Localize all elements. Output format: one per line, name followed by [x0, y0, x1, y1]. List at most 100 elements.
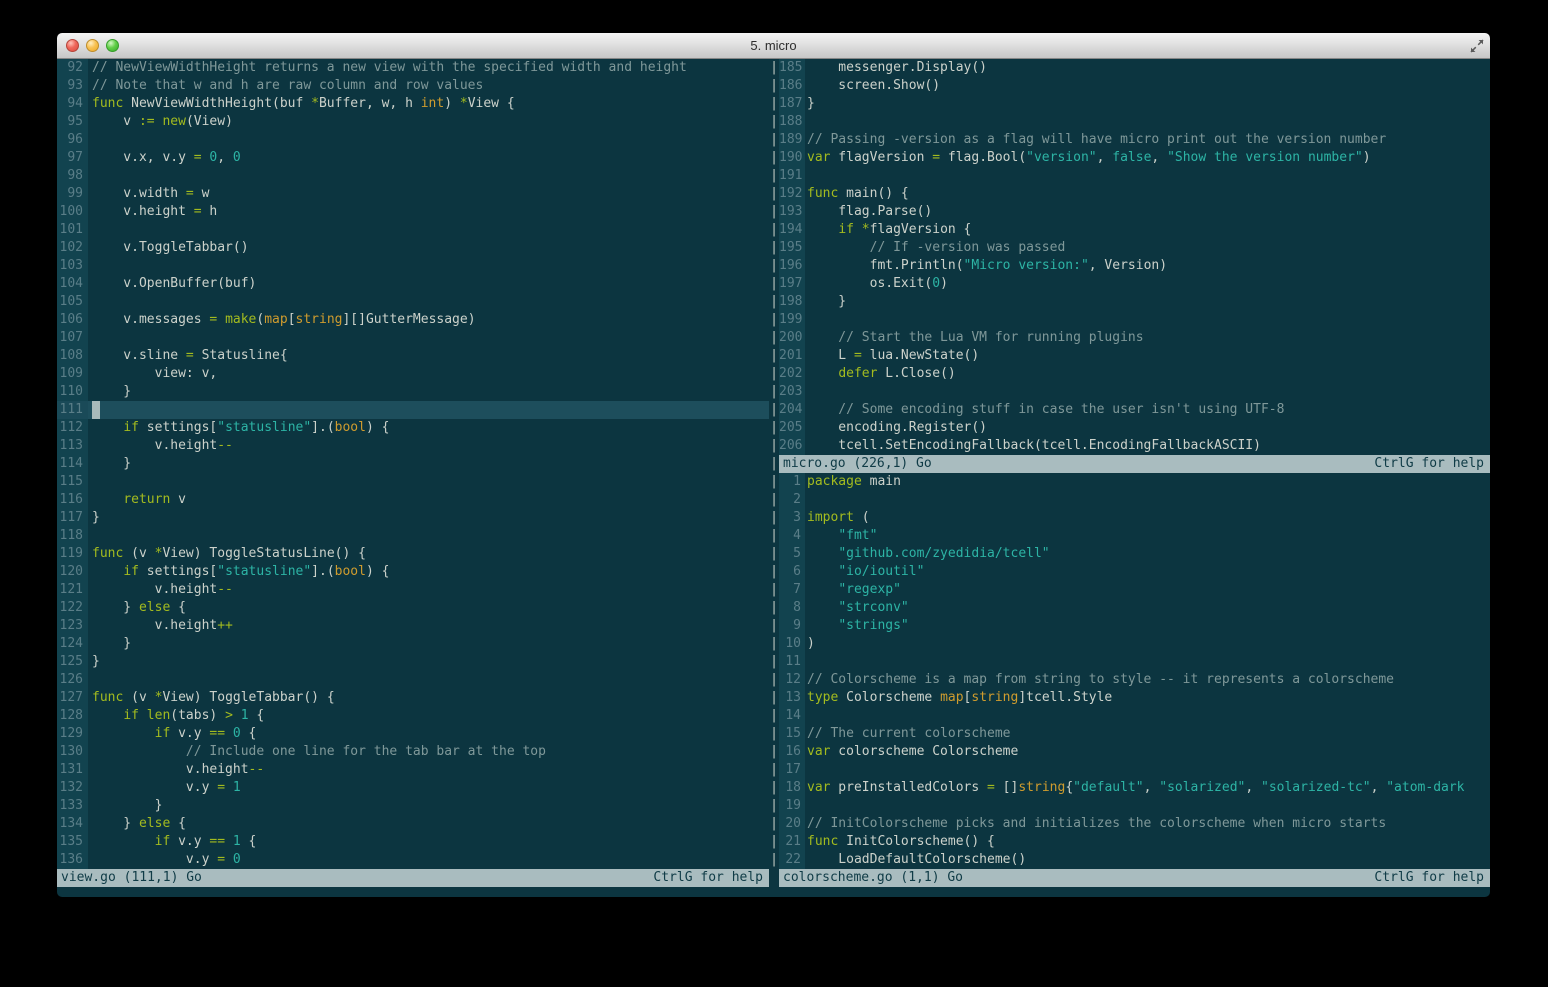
code-row[interactable]: 128 if len(tabs) > 1 {	[57, 707, 769, 725]
code-line[interactable]: v.height++	[88, 617, 769, 635]
code-line[interactable]: v.height--	[88, 581, 769, 599]
code-line[interactable]: // InitColorscheme picks and initializes…	[805, 815, 1490, 833]
code-row[interactable]: 127 func (v *View) ToggleTabbar() {	[57, 689, 769, 707]
code-row[interactable]: 203	[779, 383, 1490, 401]
code-line[interactable]: // Start the Lua VM for running plugins	[805, 329, 1490, 347]
code-line[interactable]: "io/ioutil"	[805, 563, 1490, 581]
code-line[interactable]: }	[805, 293, 1490, 311]
code-row[interactable]: 194 if *flagVersion {	[779, 221, 1490, 239]
code-row[interactable]: 93// Note that w and h are raw column an…	[57, 77, 769, 95]
code-line[interactable]: } else {	[88, 599, 769, 617]
code-row[interactable]: 201 L = lua.NewState()	[779, 347, 1490, 365]
code-line[interactable]	[88, 329, 769, 347]
code-row[interactable]: 189// Passing -version as a flag will ha…	[779, 131, 1490, 149]
code-line[interactable]: v.x, v.y = 0, 0	[88, 149, 769, 167]
code-line[interactable]: L = lua.NewState()	[805, 347, 1490, 365]
code-line[interactable]: // The current colorscheme	[805, 725, 1490, 743]
code-row[interactable]: 134 } else {	[57, 815, 769, 833]
code-line[interactable]: var preInstalledColors = []string{"defau…	[805, 779, 1490, 797]
code-row[interactable]: 191	[779, 167, 1490, 185]
code-row[interactable]: 198 }	[779, 293, 1490, 311]
code-row[interactable]: 16 var colorscheme Colorscheme	[779, 743, 1490, 761]
code-row[interactable]: 2	[779, 491, 1490, 509]
code-row[interactable]: 107	[57, 329, 769, 347]
code-row[interactable]: 106 v.messages = make(map[string][]Gutte…	[57, 311, 769, 329]
code-row[interactable]: 195 // If -version was passed	[779, 239, 1490, 257]
code-row[interactable]: 112 if settings["statusline"].(bool) {	[57, 419, 769, 437]
code-row[interactable]: 135 if v.y == 1 {	[57, 833, 769, 851]
code-row[interactable]: 115	[57, 473, 769, 491]
code-row[interactable]: 10)	[779, 635, 1490, 653]
code-row[interactable]: 6 "io/ioutil"	[779, 563, 1490, 581]
code-line[interactable]: LoadDefaultColorscheme()	[805, 851, 1490, 869]
code-row[interactable]: 196 fmt.Println("Micro version:", Versio…	[779, 257, 1490, 275]
code-row[interactable]: 5 "github.com/zyedidia/tcell"	[779, 545, 1490, 563]
code-row[interactable]: 101	[57, 221, 769, 239]
code-row[interactable]: 199	[779, 311, 1490, 329]
code-row[interactable]: 94 func NewViewWidthHeight(buf *Buffer, w…	[57, 95, 769, 113]
code-row[interactable]: 118	[57, 527, 769, 545]
code-line[interactable]: func (v *View) ToggleTabbar() {	[88, 689, 769, 707]
code-line[interactable]	[88, 671, 769, 689]
code-row[interactable]: 99 v.width = w	[57, 185, 769, 203]
code-row[interactable]: 104 v.OpenBuffer(buf)	[57, 275, 769, 293]
code-line[interactable]: func NewViewWidthHeight(buf *Buffer, w, …	[88, 95, 769, 113]
code-line[interactable]: if len(tabs) > 1 {	[88, 707, 769, 725]
code-line[interactable]: v.OpenBuffer(buf)	[88, 275, 769, 293]
code-line[interactable]: defer L.Close()	[805, 365, 1490, 383]
code-row[interactable]: 185 messenger.Display()	[779, 59, 1490, 77]
code-line[interactable]: func main() {	[805, 185, 1490, 203]
code-line[interactable]: }	[88, 797, 769, 815]
code-line[interactable]: view: v,	[88, 365, 769, 383]
code-row[interactable]: 105	[57, 293, 769, 311]
code-line[interactable]: // NewViewWidthHeight returns a new view…	[88, 59, 769, 77]
code-row[interactable]: 14	[779, 707, 1490, 725]
code-row[interactable]: 19	[779, 797, 1490, 815]
code-line[interactable]	[805, 761, 1490, 779]
code-line[interactable]: tcell.SetEncodingFallback(tcell.Encoding…	[805, 437, 1490, 455]
code-line[interactable]	[805, 707, 1490, 725]
code-row[interactable]: 7 "regexp"	[779, 581, 1490, 599]
code-line[interactable]: if v.y == 1 {	[88, 833, 769, 851]
code-row[interactable]: 186 screen.Show()	[779, 77, 1490, 95]
code-line[interactable]: )	[805, 635, 1490, 653]
code-row[interactable]: 132 v.y = 1	[57, 779, 769, 797]
code-line[interactable]: if v.y == 0 {	[88, 725, 769, 743]
code-line[interactable]: encoding.Register()	[805, 419, 1490, 437]
code-line[interactable]	[88, 473, 769, 491]
window-titlebar[interactable]: 5. micro	[57, 33, 1490, 59]
code-row[interactable]: 98	[57, 167, 769, 185]
code-line[interactable]: // If -version was passed	[805, 239, 1490, 257]
code-row[interactable]: 96	[57, 131, 769, 149]
code-row[interactable]: 190 var flagVersion = flag.Bool("version"…	[779, 149, 1490, 167]
zoom-button[interactable]	[106, 39, 119, 52]
code-row[interactable]: 204 // Some encoding stuff in case the u…	[779, 401, 1490, 419]
code-line[interactable]: return v	[88, 491, 769, 509]
minimize-button[interactable]	[86, 39, 99, 52]
code-line[interactable]: }	[805, 95, 1490, 113]
code-row[interactable]: 113 v.height--	[57, 437, 769, 455]
code-line[interactable]: // Colorscheme is a map from string to s…	[805, 671, 1490, 689]
code-line[interactable]	[805, 491, 1490, 509]
code-line[interactable]: if settings["statusline"].(bool) {	[88, 419, 769, 437]
code-row[interactable]: 123 v.height++	[57, 617, 769, 635]
code-row[interactable]: 18 var preInstalledColors = []string{"def…	[779, 779, 1490, 797]
code-line[interactable]	[805, 797, 1490, 815]
code-row[interactable]: 92// NewViewWidthHeight returns a new vi…	[57, 59, 769, 77]
code-row[interactable]: 126	[57, 671, 769, 689]
code-line[interactable]: // Passing -version as a flag will have …	[805, 131, 1490, 149]
expand-arrows-icon[interactable]	[1470, 39, 1484, 53]
code-line[interactable]: v.height = h	[88, 203, 769, 221]
code-line[interactable]: if settings["statusline"].(bool) {	[88, 563, 769, 581]
code-line[interactable]: fmt.Println("Micro version:", Version)	[805, 257, 1490, 275]
code-row[interactable]: 108 v.sline = Statusline{	[57, 347, 769, 365]
code-line[interactable]: import (	[805, 509, 1490, 527]
code-line[interactable]: screen.Show()	[805, 77, 1490, 95]
code-line[interactable]: v.width = w	[88, 185, 769, 203]
code-row[interactable]: 20// InitColorscheme picks and initializ…	[779, 815, 1490, 833]
code-row[interactable]: 131 v.height--	[57, 761, 769, 779]
code-row[interactable]: 130 // Include one line for the tab bar …	[57, 743, 769, 761]
code-row[interactable]: 97 v.x, v.y = 0, 0	[57, 149, 769, 167]
code-row[interactable]: 188	[779, 113, 1490, 131]
code-line[interactable]: v.sline = Statusline{	[88, 347, 769, 365]
